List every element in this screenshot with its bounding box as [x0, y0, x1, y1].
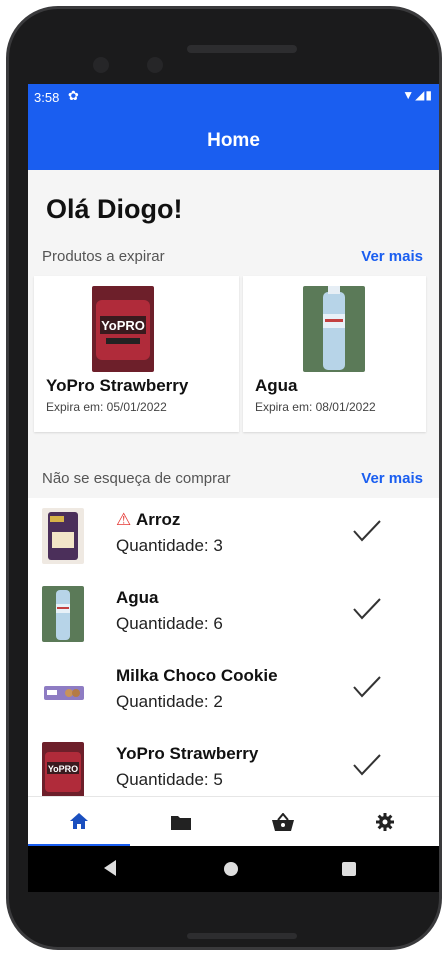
gear-icon	[376, 813, 394, 831]
expiry-date: Expira em: 08/01/2022	[254, 400, 376, 414]
list-item[interactable]: Agua Quantidade: 6	[28, 576, 439, 654]
home-circle-icon[interactable]	[224, 862, 238, 876]
app-header: Home	[28, 112, 439, 170]
expiring-card[interactable]: Agua Expira em: 08/01/2022	[242, 276, 426, 432]
shopping-section-title: Não se esqueça de comprar	[42, 470, 231, 487]
item-name: Agua	[116, 588, 159, 607]
yopro-image: YoPRO	[42, 742, 84, 798]
folder-icon	[171, 816, 191, 830]
front-sensor	[147, 57, 163, 73]
item-quantity: Quantidade: 5	[116, 770, 223, 789]
bottom-navigation	[28, 796, 439, 847]
nav-home-tab[interactable]	[28, 797, 130, 847]
item-name: Milka Choco Cookie	[116, 666, 278, 685]
bottom-speaker	[187, 933, 297, 939]
item-name: Arroz	[135, 510, 181, 529]
expiring-card[interactable]: YoPRO YoPro Strawberry Expira em: 05/01/…	[34, 276, 239, 432]
back-icon[interactable]	[104, 860, 116, 876]
system-navigation-bar	[28, 846, 439, 892]
product-name: Agua	[254, 376, 298, 395]
item-title: ⚠ Arroz	[116, 510, 180, 530]
check-icon[interactable]	[352, 752, 382, 778]
nav-folder-tab[interactable]	[130, 797, 232, 847]
recent-apps-icon[interactable]	[342, 862, 356, 876]
status-bar: 3:58 ✿ ▼◢▮	[28, 84, 439, 112]
greeting-title: Olá Diogo!	[46, 194, 183, 224]
app-screen: 3:58 ✿ ▼◢▮ Home Olá Diogo! Produtos a ex…	[28, 84, 439, 892]
expiring-section-title: Produtos a expirar	[42, 248, 165, 265]
warning-icon: ⚠	[116, 510, 136, 529]
item-name: YoPro Strawberry	[116, 744, 259, 763]
svg-text:YoPRO: YoPRO	[48, 764, 78, 774]
nav-settings-tab[interactable]	[334, 797, 436, 847]
svg-text:YoPRO: YoPRO	[101, 318, 145, 333]
speaker-grille	[187, 45, 297, 53]
item-title: Agua	[116, 588, 159, 608]
front-camera	[93, 57, 109, 73]
item-quantity: Quantidade: 3	[116, 536, 223, 555]
check-icon[interactable]	[352, 518, 382, 544]
list-item[interactable]: ⚠ Arroz Quantidade: 3	[28, 498, 439, 576]
check-icon[interactable]	[352, 674, 382, 700]
water-bottle-image	[302, 286, 365, 372]
shopping-list: ⚠ Arroz Quantidade: 3 Agua Quantidade: 6	[28, 498, 439, 808]
list-item[interactable]: Milka Choco Cookie Quantidade: 2	[28, 654, 439, 732]
status-time: 3:58	[34, 90, 60, 105]
item-title: YoPro Strawberry	[116, 744, 258, 764]
basket-icon	[272, 813, 294, 831]
product-name: YoPro Strawberry	[46, 376, 189, 395]
check-icon[interactable]	[352, 596, 382, 622]
yopro-image: YoPRO	[92, 286, 154, 372]
item-quantity: Quantidade: 2	[116, 692, 223, 711]
item-title: Milka Choco Cookie	[116, 666, 278, 686]
shopping-see-more-link[interactable]: Ver mais	[361, 470, 423, 487]
expiring-products-row: YoPRO YoPro Strawberry Expira em: 05/01/…	[34, 276, 426, 434]
water-bottle-image	[42, 586, 84, 642]
status-icons: ▼◢▮	[402, 88, 433, 102]
milka-image	[43, 664, 85, 720]
item-quantity: Quantidade: 6	[116, 614, 223, 633]
home-icon	[70, 812, 88, 829]
nav-basket-tab[interactable]	[232, 797, 334, 847]
rice-package-image	[42, 508, 84, 564]
expiring-see-more-link[interactable]: Ver mais	[361, 248, 423, 265]
settings-status-icon: ✿	[68, 88, 79, 103]
expiry-date: Expira em: 05/01/2022	[46, 400, 167, 414]
